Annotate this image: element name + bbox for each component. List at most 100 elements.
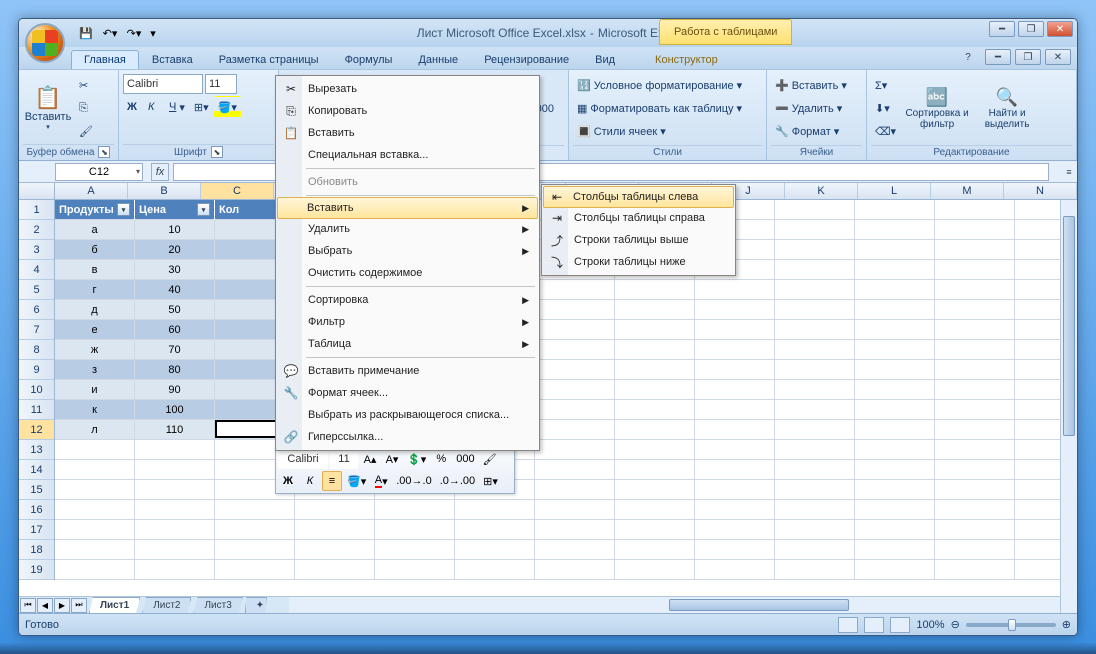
cell[interactable] xyxy=(775,560,855,580)
name-box[interactable]: C12 xyxy=(55,163,143,181)
cell[interactable] xyxy=(135,520,215,540)
border-button[interactable]: ⊞▾ xyxy=(190,96,213,118)
tab-insert[interactable]: Вставка xyxy=(139,50,206,69)
cell[interactable] xyxy=(855,480,935,500)
tab-review[interactable]: Рецензирование xyxy=(471,50,582,69)
col-header-B[interactable]: B xyxy=(128,183,201,199)
cell[interactable] xyxy=(775,220,855,240)
cell[interactable] xyxy=(935,460,1015,480)
fx-button[interactable]: fx xyxy=(151,163,169,181)
cell[interactable] xyxy=(775,300,855,320)
cell[interactable] xyxy=(535,560,615,580)
cell[interactable]: 40 xyxy=(135,280,215,300)
cell[interactable]: г xyxy=(55,280,135,300)
view-pagelayout-icon[interactable] xyxy=(864,617,884,633)
sm-rows-below[interactable]: ⤵Строки таблицы ниже xyxy=(544,251,733,273)
sheet-nav-next[interactable]: ▶ xyxy=(54,598,70,613)
insert-cells-button[interactable]: ➕Вставить▾ xyxy=(771,75,862,97)
row-header-12[interactable]: 12 xyxy=(19,420,54,440)
row-header-13[interactable]: 13 xyxy=(19,440,54,460)
cell[interactable] xyxy=(855,240,935,260)
cell[interactable] xyxy=(535,360,615,380)
cut-icon[interactable]: ✂ xyxy=(75,74,97,96)
cell[interactable] xyxy=(375,520,455,540)
cell[interactable] xyxy=(615,460,695,480)
zoom-out-icon[interactable]: ⊖ xyxy=(951,618,960,631)
formula-expand-icon[interactable]: ≡ xyxy=(1061,167,1077,177)
cm-paste[interactable]: 📋Вставить xyxy=(278,122,537,144)
cell[interactable] xyxy=(855,540,935,560)
cell[interactable] xyxy=(855,320,935,340)
row-header-6[interactable]: 6 xyxy=(19,300,54,320)
cell[interactable]: л xyxy=(55,420,135,440)
cell[interactable] xyxy=(695,480,775,500)
fill-color-button[interactable]: 🪣▾ xyxy=(214,96,241,118)
cell[interactable] xyxy=(55,520,135,540)
col-header-A[interactable]: A xyxy=(55,183,128,199)
cell[interactable] xyxy=(215,540,295,560)
cell[interactable] xyxy=(215,520,295,540)
zoom-in-icon[interactable]: ⊕ xyxy=(1062,618,1071,631)
cell[interactable] xyxy=(535,300,615,320)
cell[interactable] xyxy=(935,320,1015,340)
cell[interactable] xyxy=(935,220,1015,240)
cell[interactable] xyxy=(775,500,855,520)
cell[interactable] xyxy=(135,540,215,560)
cell[interactable] xyxy=(615,380,695,400)
mt-format-painter-icon[interactable]: 🖌 xyxy=(480,449,500,469)
cell[interactable]: е xyxy=(55,320,135,340)
cm-format-cells[interactable]: 🔧Формат ячеек... xyxy=(278,382,537,404)
cell[interactable]: к xyxy=(55,400,135,420)
cell[interactable] xyxy=(855,200,935,220)
zoom-level[interactable]: 100% xyxy=(916,619,944,631)
cm-clear[interactable]: Очистить содержимое xyxy=(278,262,537,284)
cell[interactable] xyxy=(775,520,855,540)
row-header-15[interactable]: 15 xyxy=(19,480,54,500)
cell[interactable] xyxy=(535,520,615,540)
format-cells-button[interactable]: 🔧Формат▾ xyxy=(771,121,862,143)
insert-sheet-icon[interactable]: ✦ xyxy=(245,597,267,613)
view-normal-icon[interactable] xyxy=(838,617,858,633)
cell[interactable] xyxy=(775,380,855,400)
cell[interactable] xyxy=(615,320,695,340)
cell[interactable] xyxy=(215,560,295,580)
mt-dec-decimal-icon[interactable]: .00→.0 xyxy=(393,471,434,491)
cell[interactable] xyxy=(455,500,535,520)
cell[interactable] xyxy=(535,380,615,400)
col-header-M[interactable]: M xyxy=(931,183,1004,199)
cell[interactable] xyxy=(535,500,615,520)
cell[interactable] xyxy=(855,420,935,440)
horizontal-scrollbar[interactable] xyxy=(289,596,1060,613)
cell[interactable] xyxy=(935,240,1015,260)
cell[interactable] xyxy=(775,280,855,300)
close-button[interactable]: ✕ xyxy=(1047,21,1073,37)
row-header-10[interactable]: 10 xyxy=(19,380,54,400)
cell[interactable] xyxy=(535,480,615,500)
find-select-button[interactable]: 🔍Найти и выделить xyxy=(974,75,1040,143)
vertical-scrollbar[interactable] xyxy=(1060,200,1077,613)
row-header-7[interactable]: 7 xyxy=(19,320,54,340)
cell[interactable]: д xyxy=(55,300,135,320)
cell[interactable] xyxy=(935,260,1015,280)
cell[interactable] xyxy=(855,380,935,400)
cell[interactable] xyxy=(935,540,1015,560)
sm-cols-right[interactable]: ⇥Столбцы таблицы справа xyxy=(544,207,733,229)
cell[interactable] xyxy=(855,280,935,300)
cell[interactable] xyxy=(535,340,615,360)
cell[interactable] xyxy=(215,500,295,520)
cell[interactable]: 30 xyxy=(135,260,215,280)
cell[interactable] xyxy=(615,560,695,580)
sheet-nav-last[interactable]: ⏭ xyxy=(71,598,87,613)
cell[interactable]: б xyxy=(55,240,135,260)
cell[interactable] xyxy=(775,400,855,420)
row-header-19[interactable]: 19 xyxy=(19,560,54,580)
mt-font-color-icon[interactable]: A▾ xyxy=(371,471,391,491)
cell[interactable] xyxy=(935,360,1015,380)
cell[interactable] xyxy=(855,520,935,540)
cell[interactable]: 110 xyxy=(135,420,215,440)
cell[interactable]: ж xyxy=(55,340,135,360)
cell[interactable] xyxy=(935,440,1015,460)
row-header-3[interactable]: 3 xyxy=(19,240,54,260)
cell[interactable] xyxy=(295,500,375,520)
autosum-button[interactable]: Σ▾ xyxy=(871,75,900,97)
